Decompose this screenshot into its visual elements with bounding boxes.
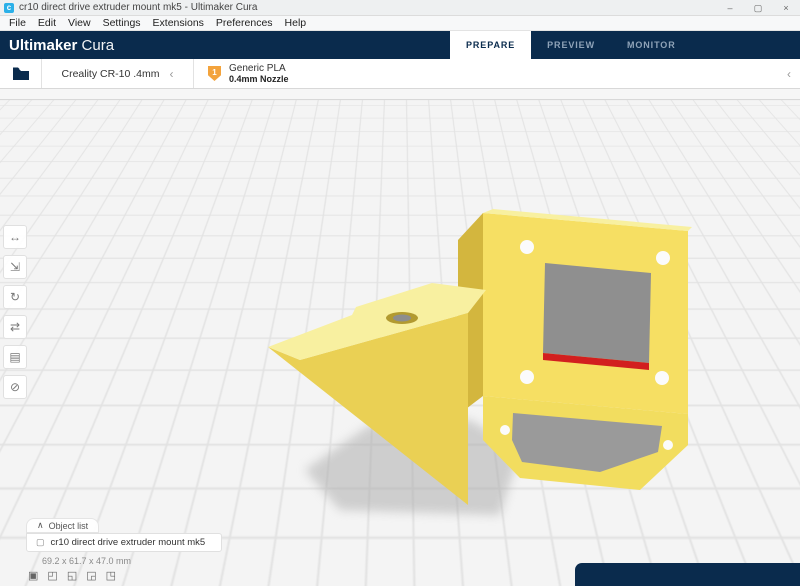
view-3d-button[interactable]: ▣ bbox=[28, 569, 38, 582]
view-front-button[interactable]: ◰ bbox=[47, 569, 57, 582]
nozzle-size: 0.4mm Nozzle bbox=[229, 74, 289, 84]
slice-action-panel[interactable] bbox=[575, 563, 800, 586]
model-tool-strip: ↔ ⇲ ↻ ⇄ ▤ ⊘ bbox=[3, 225, 27, 399]
extruder-badge-icon: 1 bbox=[208, 66, 221, 81]
model-render-layer bbox=[268, 209, 692, 515]
ring-screw-hole bbox=[663, 440, 673, 450]
tab-preview[interactable]: PREVIEW bbox=[531, 31, 611, 59]
minimize-button[interactable]: – bbox=[716, 0, 744, 15]
menu-settings[interactable]: Settings bbox=[97, 17, 147, 29]
material-selector[interactable]: 1 Generic PLA 0.4mm Nozzle bbox=[194, 59, 289, 88]
menu-extensions[interactable]: Extensions bbox=[147, 17, 210, 29]
support-blocker-icon: ⊘ bbox=[9, 380, 21, 394]
configuration-bar: Creality CR-10 .4mm ‹ 1 Generic PLA 0.4m… bbox=[0, 59, 800, 89]
plate-screw-hole bbox=[520, 240, 534, 254]
view-top-button[interactable]: ◱ bbox=[67, 569, 77, 582]
tab-monitor[interactable]: MONITOR bbox=[611, 31, 692, 59]
menu-view[interactable]: View bbox=[62, 17, 97, 29]
close-button[interactable]: × bbox=[772, 0, 800, 15]
window-title: cr10 direct drive extruder mount mk5 - U… bbox=[19, 2, 258, 13]
chevron-left-icon: ‹ bbox=[169, 66, 174, 81]
tab-prepare[interactable]: PREPARE bbox=[450, 31, 532, 59]
object-list-toggle[interactable]: ∧ Object list bbox=[26, 518, 100, 533]
tool-rotate-button[interactable]: ↻ bbox=[3, 285, 27, 309]
cura-app-icon: c bbox=[4, 2, 14, 13]
menu-file[interactable]: File bbox=[3, 17, 32, 29]
model-cube-icon: ▢ bbox=[36, 537, 45, 547]
cura-logo: Ultimaker Cura bbox=[0, 37, 114, 54]
collapse-caret-icon: ∧ bbox=[37, 520, 44, 530]
object-list-panel: ∧ Object list ▢ cr10 direct drive extrud… bbox=[26, 515, 222, 566]
tool-scale-button[interactable]: ⇲ bbox=[3, 255, 27, 279]
ring-screw-hole bbox=[500, 425, 510, 435]
motor-plate-opening bbox=[543, 263, 651, 363]
mirror-icon: ⇄ bbox=[9, 320, 21, 334]
tool-per-model-settings-button[interactable]: ▤ bbox=[3, 345, 27, 369]
menu-edit[interactable]: Edit bbox=[32, 17, 62, 29]
menu-help[interactable]: Help bbox=[279, 17, 313, 29]
scale-icon: ⇲ bbox=[9, 260, 21, 274]
folder-icon bbox=[12, 67, 29, 80]
viewport-3d[interactable]: ↔ ⇲ ↻ ⇄ ▤ ⊘ ∧ Object list ▢ cr10 direct … bbox=[0, 89, 800, 586]
menu-preferences[interactable]: Preferences bbox=[210, 17, 279, 29]
maximize-button[interactable]: ▢ bbox=[744, 0, 772, 15]
tool-move-button[interactable]: ↔ bbox=[3, 225, 27, 249]
tool-mirror-button[interactable]: ⇄ bbox=[3, 315, 27, 339]
open-file-button[interactable] bbox=[0, 59, 42, 88]
rotate-icon: ↻ bbox=[9, 290, 21, 304]
plate-screw-hole bbox=[520, 370, 534, 384]
stage-tabs: PREPARE PREVIEW MONITOR bbox=[450, 31, 692, 59]
object-list-title: Object list bbox=[48, 520, 89, 531]
plate-screw-hole bbox=[655, 371, 669, 385]
object-name: cr10 direct drive extruder mount mk5 bbox=[50, 537, 206, 548]
main-header: Ultimaker Cura PREPARE PREVIEW MONITOR bbox=[0, 31, 800, 59]
view-right-button[interactable]: ◳ bbox=[106, 569, 116, 582]
brand-cura: Cura bbox=[81, 36, 115, 54]
wedge-hole bbox=[393, 314, 411, 322]
menu-bar: File Edit View Settings Extensions Prefe… bbox=[0, 16, 800, 31]
model-dimensions: 69.2 x 61.7 x 47.0 mm bbox=[42, 556, 132, 566]
titlebar: c cr10 direct drive extruder mount mk5 -… bbox=[0, 0, 800, 16]
per-model-settings-icon: ▤ bbox=[9, 350, 21, 364]
cura-window: c cr10 direct drive extruder mount mk5 -… bbox=[0, 0, 800, 586]
tool-support-blocker-button[interactable]: ⊘ bbox=[3, 375, 27, 399]
printer-name: Creality CR-10 .4mm bbox=[61, 67, 160, 80]
move-icon: ↔ bbox=[9, 230, 21, 244]
camera-view-toolbar: ▣ ◰ ◱ ◲ ◳ bbox=[28, 569, 116, 582]
view-left-button[interactable]: ◲ bbox=[86, 569, 96, 582]
brand-ultimaker: Ultimaker bbox=[9, 36, 78, 54]
plate-screw-hole bbox=[656, 251, 670, 265]
config-collapse-button[interactable]: ‹ bbox=[787, 59, 800, 88]
printer-selector[interactable]: Creality CR-10 .4mm ‹ bbox=[42, 59, 194, 88]
material-name: Generic PLA bbox=[229, 63, 286, 74]
chevron-left-icon: ‹ bbox=[787, 66, 791, 81]
object-list-item[interactable]: ▢ cr10 direct drive extruder mount mk5 bbox=[26, 533, 222, 552]
